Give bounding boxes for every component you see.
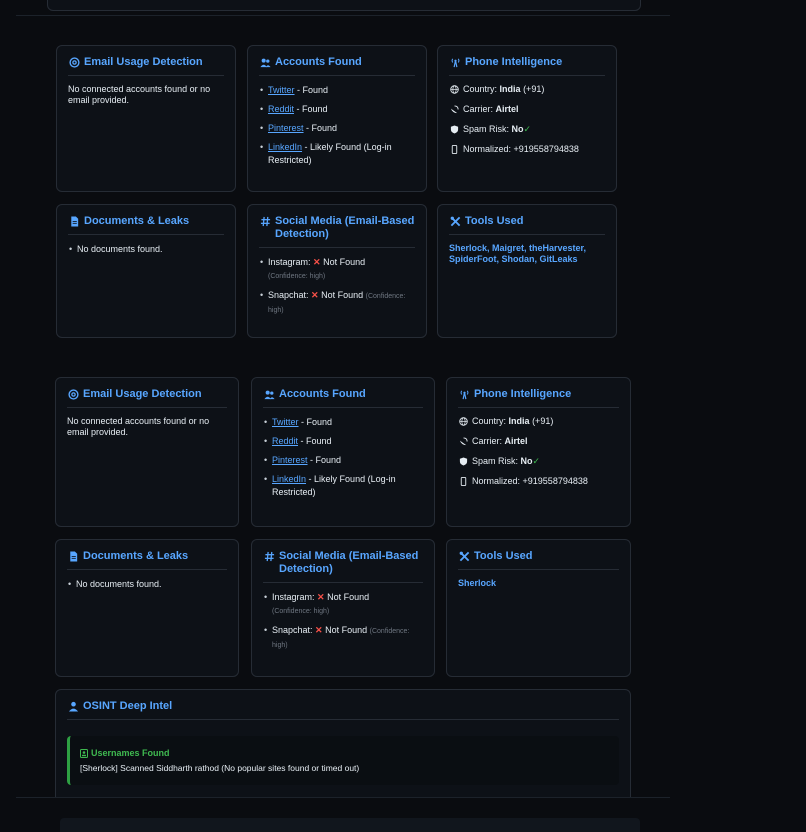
shield-icon xyxy=(449,125,459,135)
list-item: LinkedIn - Likely Found (Log-in Restrict… xyxy=(263,473,423,499)
country-row: Country: India (+91) xyxy=(449,84,605,95)
account-link-twitter[interactable]: Twitter xyxy=(272,417,299,427)
check-icon: ✓ xyxy=(523,124,532,134)
next-panel-edge xyxy=(60,818,640,832)
globe-icon xyxy=(449,85,459,95)
divider xyxy=(16,15,670,16)
broadcast-tower-icon xyxy=(449,56,461,68)
tools-icon xyxy=(449,215,461,227)
id-card-icon xyxy=(80,748,88,758)
users-icon xyxy=(259,56,271,68)
list-item: Pinterest - Found xyxy=(259,122,415,135)
accounts-list: Twitter - Found Reddit - Found Pinterest… xyxy=(259,84,415,167)
list-item: Instagram: ✕ Not Found(Confidence: high) xyxy=(259,256,415,283)
social-media-title: Social Media (Email-Based Detection) xyxy=(259,215,415,248)
cross-icon: ✕ xyxy=(315,625,323,635)
account-link-pinterest[interactable]: Pinterest xyxy=(268,123,304,133)
user-detective-icon xyxy=(67,700,79,712)
list-item: Reddit - Found xyxy=(259,103,415,116)
list-item: Twitter - Found xyxy=(259,84,415,97)
account-link-reddit[interactable]: Reddit xyxy=(272,436,298,446)
cross-icon: ✕ xyxy=(317,592,325,602)
users-icon xyxy=(263,388,275,400)
usernames-found-box: Usernames Found [Sherlock] Scanned Siddh… xyxy=(67,736,619,785)
osint-title: OSINT Deep Intel xyxy=(67,700,619,720)
list-item: Pinterest - Found xyxy=(263,454,423,467)
list-item: Twitter - Found xyxy=(263,416,423,429)
email-usage-text: No connected accounts found or no email … xyxy=(68,84,211,105)
list-item: LinkedIn - Likely Found (Log-in Restrict… xyxy=(259,141,415,167)
satellite-dish-icon xyxy=(449,105,459,115)
carrier-row: Carrier: Airtel xyxy=(449,104,605,115)
check-icon: ✓ xyxy=(532,456,541,466)
hashtag-icon xyxy=(263,550,275,562)
accounts-found-title: Accounts Found xyxy=(259,56,415,76)
tools-icon xyxy=(458,550,470,562)
tools-title: Tools Used xyxy=(449,215,605,235)
list-item: Snapchat: ✕ Not Found (Confidence: high) xyxy=(263,624,423,652)
social-media-card: Social Media (Email-Based Detection) Ins… xyxy=(247,204,427,338)
list-item: No documents found. xyxy=(67,578,227,591)
cross-icon: ✕ xyxy=(313,257,321,267)
social-list: Instagram: ✕ Not Found(Confidence: high)… xyxy=(263,591,423,652)
documents-list: No documents found. xyxy=(68,243,224,256)
spam-row: Spam Risk: No✓ xyxy=(458,456,619,467)
hashtag-icon xyxy=(259,215,271,227)
documents-title: Documents & Leaks xyxy=(68,215,224,235)
tools-text: Sherlock xyxy=(458,578,497,588)
account-link-linkedin[interactable]: LinkedIn xyxy=(272,474,306,484)
normalized-row: Normalized: +919558794838 xyxy=(458,476,619,487)
normalized-row: Normalized: +919558794838 xyxy=(449,144,605,155)
tools-title: Tools Used xyxy=(458,550,619,570)
accounts-found-card: Accounts Found Twitter - Found Reddit - … xyxy=(247,45,427,192)
phone-intel-title: Phone Intelligence xyxy=(458,388,619,408)
phone-intel-card: Phone Intelligence Country: India (+91) … xyxy=(437,45,617,192)
cross-icon: ✕ xyxy=(311,290,319,300)
social-media-title: Social Media (Email-Based Detection) xyxy=(263,550,423,583)
country-row: Country: India (+91) xyxy=(458,416,619,427)
tools-card: Tools Used Sherlock, Maigret, theHarvest… xyxy=(437,204,617,338)
accounts-found-card: Accounts Found Twitter - Found Reddit - … xyxy=(251,377,435,527)
email-usage-title: Email Usage Detection xyxy=(68,56,224,76)
account-link-twitter[interactable]: Twitter xyxy=(268,85,295,95)
email-usage-text: No connected accounts found or no email … xyxy=(67,416,210,437)
usernames-found-heading: Usernames Found xyxy=(80,748,609,758)
account-link-linkedin[interactable]: LinkedIn xyxy=(268,142,302,152)
tools-card: Tools Used Sherlock xyxy=(446,539,631,677)
email-usage-card: Email Usage Detection No connected accou… xyxy=(55,377,239,527)
list-item: No documents found. xyxy=(68,243,224,256)
carrier-row: Carrier: Airtel xyxy=(458,436,619,447)
usernames-found-text: [Sherlock] Scanned Siddharth rathod (No … xyxy=(80,763,360,773)
satellite-dish-icon xyxy=(458,437,468,447)
list-item: Instagram: ✕ Not Found(Confidence: high) xyxy=(263,591,423,618)
documents-card: Documents & Leaks No documents found. xyxy=(56,204,236,338)
tools-text: Sherlock, Maigret, theHarvester, SpiderF… xyxy=(449,243,587,264)
mobile-phone-icon xyxy=(458,477,468,487)
mobile-phone-icon xyxy=(449,145,459,155)
broadcast-tower-icon xyxy=(458,388,470,400)
documents-card: Documents & Leaks No documents found. xyxy=(55,539,239,677)
email-usage-title: Email Usage Detection xyxy=(67,388,227,408)
accounts-found-title: Accounts Found xyxy=(263,388,423,408)
document-icon xyxy=(68,215,80,227)
email-usage-card: Email Usage Detection No connected accou… xyxy=(56,45,236,192)
at-icon xyxy=(67,388,79,400)
documents-title: Documents & Leaks xyxy=(67,550,227,570)
globe-icon xyxy=(458,417,468,427)
shield-icon xyxy=(458,457,468,467)
social-list: Instagram: ✕ Not Found(Confidence: high)… xyxy=(259,256,415,317)
list-item: Snapchat: ✕ Not Found (Confidence: high) xyxy=(259,289,415,317)
phone-intel-title: Phone Intelligence xyxy=(449,56,605,76)
document-icon xyxy=(67,550,79,562)
phone-intel-card: Phone Intelligence Country: India (+91) … xyxy=(446,377,631,527)
documents-list: No documents found. xyxy=(67,578,227,591)
at-icon xyxy=(68,56,80,68)
spam-row: Spam Risk: No✓ xyxy=(449,124,605,135)
account-link-reddit[interactable]: Reddit xyxy=(268,104,294,114)
accounts-list: Twitter - Found Reddit - Found Pinterest… xyxy=(263,416,423,499)
previous-panel-edge xyxy=(47,0,641,11)
list-item: Reddit - Found xyxy=(263,435,423,448)
account-link-pinterest[interactable]: Pinterest xyxy=(272,455,308,465)
social-media-card: Social Media (Email-Based Detection) Ins… xyxy=(251,539,435,677)
